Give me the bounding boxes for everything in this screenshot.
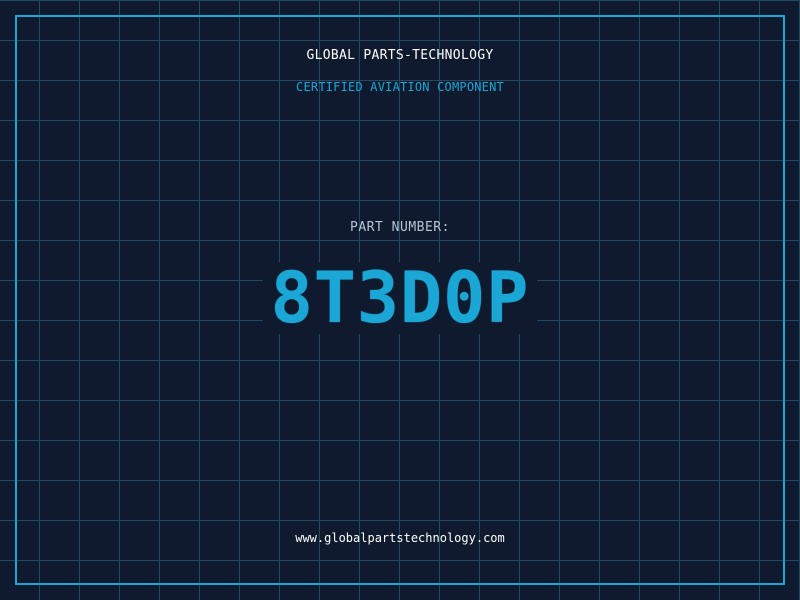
part-number-label: PART NUMBER: bbox=[350, 220, 450, 235]
part-number-container: 8T3D0P bbox=[0, 262, 800, 334]
certification-subtitle: CERTIFIED AVIATION COMPONENT bbox=[296, 80, 504, 94]
company-name: GLOBAL PARTS-TECHNOLOGY bbox=[306, 48, 494, 63]
part-number-value: 8T3D0P bbox=[262, 262, 538, 334]
website-url: www.globalpartstechnology.com bbox=[295, 531, 505, 545]
